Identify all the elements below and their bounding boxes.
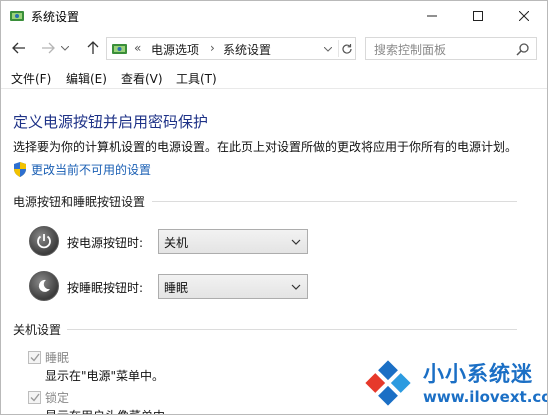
change-unavailable-settings-link[interactable]: 更改当前不可用的设置	[13, 161, 151, 177]
section-divider	[67, 329, 517, 330]
menu-tools[interactable]: 工具(T)	[176, 70, 217, 87]
lock-checkbox-description: 显示在用户头像菜单中。	[45, 407, 177, 414]
menu-file[interactable]: 文件(F)	[11, 70, 51, 87]
minimize-button[interactable]	[409, 1, 455, 31]
address-bar[interactable]: « 电源选项 › 系统设置	[106, 37, 356, 60]
system-settings-window: 系统设置 « 电源选项 › 系统设置 搜索控制面板 文件(F) 编辑(E) 查看…	[0, 0, 548, 415]
power-button-select[interactable]: 关机	[158, 229, 308, 254]
watermark: 小小系统迷 www.ilovext.com	[361, 354, 547, 414]
power-buttons-heading: 电源按钮和睡眠按钮设置	[13, 195, 146, 209]
maximize-icon	[473, 11, 483, 21]
sleep-checkbox[interactable]	[28, 350, 41, 364]
breadcrumb-system-settings[interactable]: 系统设置	[223, 41, 271, 58]
watermark-logo-icon	[365, 360, 411, 406]
forward-button[interactable]	[38, 38, 58, 58]
chevron-down-icon	[291, 284, 301, 290]
lock-checkbox-label: 锁定	[45, 390, 70, 405]
sleep-button-label: 按睡眠按钮时:	[67, 281, 144, 295]
page-title: 定义电源按钮并启用密码保护	[13, 113, 209, 131]
address-dropdown-button[interactable]	[321, 42, 335, 56]
search-box[interactable]: 搜索控制面板	[365, 37, 537, 60]
sleep-checkbox-label: 睡眠	[45, 350, 70, 365]
arrow-right-icon	[42, 42, 55, 54]
sleep-button-value[interactable]: 睡眠	[164, 279, 188, 296]
control-panel-icon	[10, 11, 24, 21]
checkmark-icon	[30, 393, 40, 402]
sleep-checkbox-description: 显示在"电源"菜单中。	[45, 369, 165, 383]
refresh-button[interactable]	[338, 40, 354, 57]
title-bar: 系统设置	[1, 1, 547, 31]
maximize-button[interactable]	[455, 1, 501, 31]
window-title: 系统设置	[31, 10, 80, 24]
arrow-up-icon	[87, 41, 99, 54]
recent-locations-button[interactable]	[58, 38, 72, 58]
menu-view[interactable]: 查看(V)	[121, 70, 163, 87]
chevron-down-icon	[61, 45, 69, 51]
breadcrumb-power-options[interactable]: 电源选项	[151, 41, 199, 58]
lock-checkbox[interactable]	[28, 390, 41, 404]
chevron-down-icon	[324, 46, 332, 52]
menu-edit[interactable]: 编辑(E)	[66, 70, 107, 87]
control-panel-icon	[112, 44, 127, 54]
sleep-moon-icon	[29, 271, 59, 301]
page-description: 选择要为你的计算机设置的电源设置。在此页上对设置所做的更改将应用于你所有的电源计…	[13, 140, 518, 154]
arrow-left-icon	[12, 42, 25, 54]
power-button-label: 按电源按钮时:	[67, 236, 144, 250]
search-placeholder[interactable]: 搜索控制面板	[374, 41, 446, 58]
close-button[interactable]	[501, 1, 547, 31]
power-icon	[29, 226, 59, 256]
navigation-bar: « 电源选项 › 系统设置 搜索控制面板	[1, 33, 547, 63]
checkmark-icon	[30, 353, 40, 362]
search-icon[interactable]	[516, 42, 530, 56]
refresh-icon	[341, 43, 352, 54]
menu-bar: 文件(F) 编辑(E) 查看(V) 工具(T)	[1, 67, 547, 89]
breadcrumb-overflow[interactable]: «	[134, 41, 141, 55]
lock-checkbox-row[interactable]: 锁定	[28, 389, 69, 405]
up-button[interactable]	[83, 38, 103, 58]
power-button-value[interactable]: 关机	[164, 234, 188, 251]
close-icon	[519, 11, 529, 21]
chevron-down-icon	[291, 239, 301, 245]
breadcrumb-separator[interactable]: ›	[210, 41, 215, 55]
back-button[interactable]	[9, 38, 29, 58]
watermark-brand: 小小系统迷	[423, 362, 533, 386]
watermark-url: www.ilovext.com	[423, 388, 547, 406]
uac-shield-icon	[14, 161, 26, 177]
change-link-text[interactable]: 更改当前不可用的设置	[31, 161, 151, 178]
shutdown-settings-heading: 关机设置	[13, 323, 62, 337]
sleep-button-select[interactable]: 睡眠	[158, 274, 308, 299]
sleep-checkbox-row[interactable]: 睡眠	[28, 349, 69, 365]
minimize-icon	[427, 15, 437, 17]
section-divider	[152, 201, 517, 202]
